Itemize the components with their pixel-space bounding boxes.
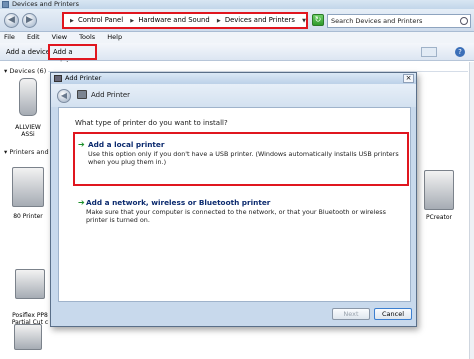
option-description: Use this option only if you don't have a… [88,150,399,166]
search-icon[interactable] [460,17,468,25]
device-label: 80 Printer [13,213,43,220]
menu-file[interactable]: File [4,33,15,41]
printer-80[interactable]: 80 Printer [8,167,48,220]
devices-group-header[interactable]: ▾ Devices (6) [4,67,46,75]
menu-bar: File Edit View Tools Help [0,32,474,43]
search-placeholder: Search Devices and Printers [331,17,423,25]
crumb-separator-icon: ▶ [70,18,74,24]
devices-window-icon [2,1,9,8]
printer-extra[interactable] [8,324,48,350]
dialog-title: Add Printer [65,74,102,82]
refresh-icon[interactable]: ↻ [312,14,324,26]
crumb-hardware-and-sound[interactable]: Hardware and Sound [138,16,209,24]
crumb-separator-icon: ▶ [130,18,135,24]
menu-view[interactable]: View [52,33,67,41]
option-title[interactable]: Add a network, wireless or Bluetooth pri… [86,198,409,207]
menu-edit[interactable]: Edit [27,33,40,41]
printer-icon [12,167,44,207]
forward-arrow-icon[interactable]: ▶ [22,13,37,28]
menu-help[interactable]: Help [107,33,122,41]
scrollbar[interactable] [469,62,474,359]
cancel-button[interactable]: Cancel [374,308,412,320]
dialog-footer: Next Cancel [51,300,416,326]
add-device-button[interactable]: Add a device [6,47,50,57]
printer-icon [15,269,45,299]
next-button[interactable]: Next [332,308,370,320]
dialog-question: What type of printer do you want to inst… [75,119,228,127]
printer-posiflex[interactable]: Posiflex PP8 Partial Cut c [8,262,52,333]
printer-icon [77,90,87,99]
address-bar: ◀ ▶ ▶ Control Panel ▶ Hardware and Sound… [0,9,474,32]
phone-device-icon [19,78,37,116]
breadcrumb[interactable]: ▶ Control Panel ▶ Hardware and Sound ▶ D… [62,12,308,29]
option-title[interactable]: Add a local printer [88,140,407,149]
add-local-printer-option[interactable]: ➔ Add a local printer Use this option on… [73,132,409,186]
menu-tools[interactable]: Tools [79,33,95,41]
device-label: ALLVIEW ASSi [15,124,41,138]
green-arrow-icon: ➔ [78,140,85,149]
add-printer-dialog: Add Printer × ◀ Add Printer What type of… [50,72,417,327]
printer-icon [14,324,42,350]
help-icon[interactable]: ? [455,47,465,57]
dialog-titlebar: Add Printer × [51,73,416,84]
option-description: Make sure that your computer is connecte… [86,208,386,224]
printer-icon [54,75,62,82]
search-input[interactable]: Search Devices and Printers [327,14,471,28]
add-network-printer-option[interactable]: ➔ Add a network, wireless or Bluetooth p… [73,198,409,232]
green-arrow-icon: ➔ [78,198,85,207]
back-arrow-icon[interactable]: ◀ [57,89,71,103]
back-arrow-icon[interactable]: ◀ [4,13,19,28]
add-printer-button[interactable]: Add a printer [48,44,97,68]
toolbar: Add a device Add a printer ? [0,43,474,68]
close-icon[interactable]: × [403,74,414,83]
crumb-dropdown-icon[interactable]: ▼ [302,18,306,24]
crumb-control-panel[interactable]: Control Panel [78,16,123,24]
dialog-body: What type of printer do you want to inst… [58,107,411,302]
printer-pdfcreator[interactable]: PCreator [418,170,460,221]
window-titlebar: Devices and Printers [0,0,474,9]
device-allview[interactable]: ALLVIEW ASSi [8,78,48,138]
window-title: Devices and Printers [12,0,79,8]
dialog-heading: Add Printer [91,91,131,99]
view-options-icon[interactable] [421,47,437,57]
device-label: PCreator [425,214,452,221]
crumb-devices-and-printers[interactable]: Devices and Printers [225,16,295,24]
crumb-separator-icon: ▶ [216,18,221,24]
printer-icon [424,170,454,210]
dialog-nav: ◀ Add Printer [51,84,416,107]
